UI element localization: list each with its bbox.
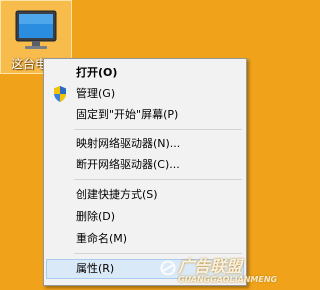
menu-item-create-shortcut[interactable]: 创建快捷方式(S) [46,185,244,205]
menu-item-label: 固定到"开始"屏幕(P) [76,108,179,121]
menu-item-label: 重命名(M) [76,232,128,245]
menu-item-label: 删除(D) [76,210,116,223]
menu-item-pin-to-start[interactable]: 固定到"开始"屏幕(P) [46,105,244,125]
menu-separator [74,129,242,130]
menu-separator [74,253,242,254]
menu-item-label: 断开网络驱动器(C)... [76,158,180,171]
computer-icon [15,10,57,49]
menu-separator [74,179,242,180]
menu-item-label: 映射网络驱动器(N)... [76,137,181,150]
menu-item-label: 创建快捷方式(S) [76,188,158,201]
menu-item-label: 属性(R) [76,262,115,275]
menu-item-delete[interactable]: 删除(D) [46,207,244,227]
menu-item-open[interactable]: 打开(O) [46,63,244,83]
menu-item-disconnect-network-drive[interactable]: 断开网络驱动器(C)... [46,155,244,175]
menu-item-rename[interactable]: 重命名(M) [46,229,244,249]
menu-item-manage[interactable]: 管理(G) [46,84,244,104]
menu-item-properties[interactable]: 属性(R) [46,259,244,279]
context-menu: 打开(O) 管理(G) 固定到"开始"屏幕(P) 映射网络驱动器(N)... 断… [43,58,247,286]
menu-item-label: 打开(O) [76,66,118,79]
uac-shield-icon [54,86,66,102]
menu-item-map-network-drive[interactable]: 映射网络驱动器(N)... [46,134,244,154]
menu-item-label: 管理(G) [76,87,116,100]
